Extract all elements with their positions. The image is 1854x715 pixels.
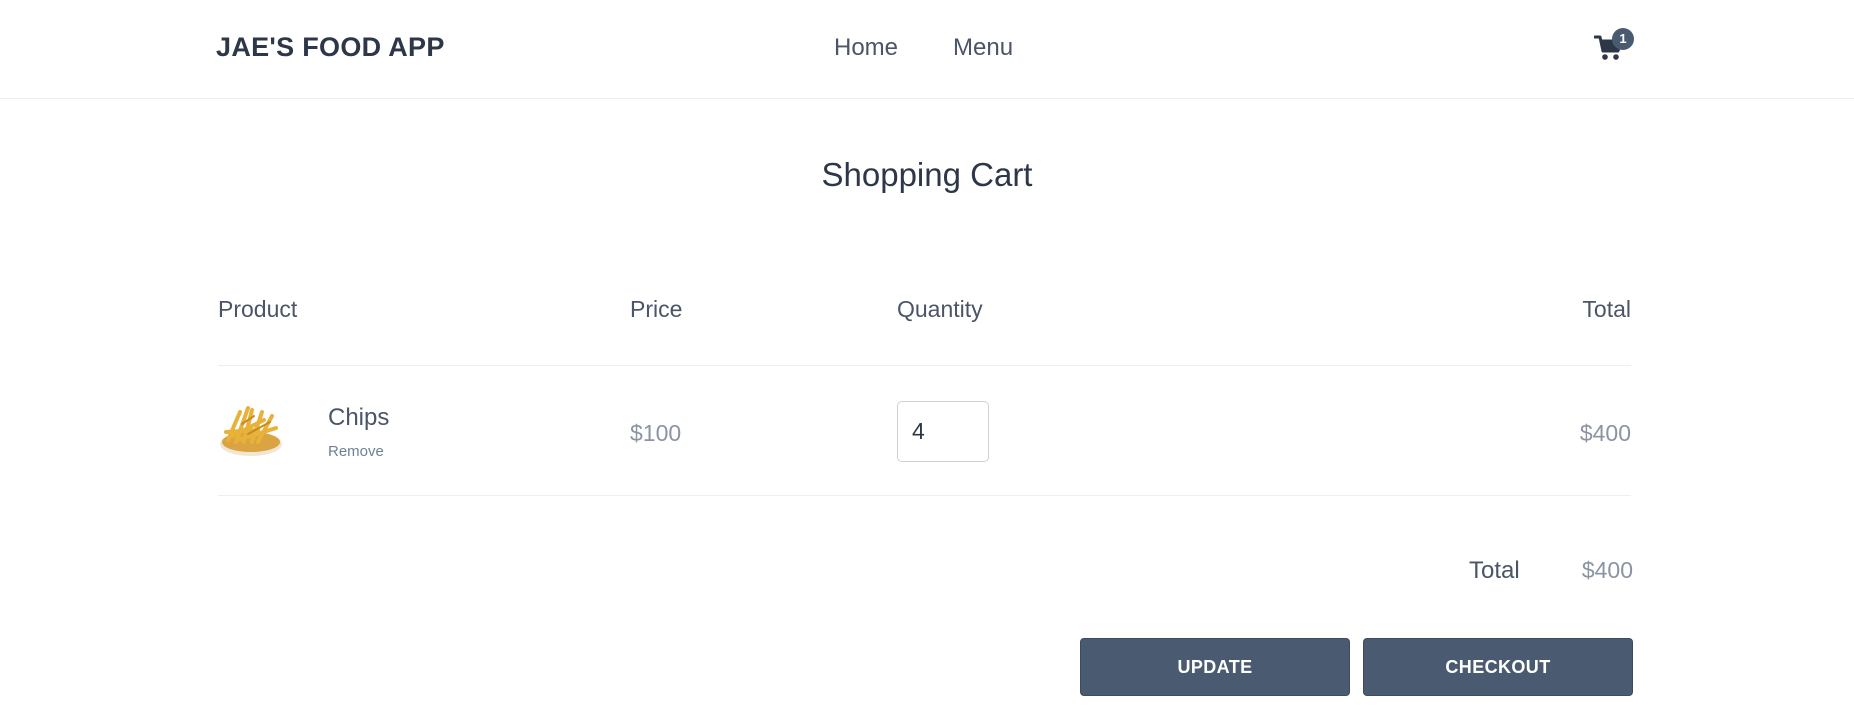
quantity-input[interactable] <box>897 401 989 462</box>
update-button[interactable]: UPDATE <box>1080 638 1350 696</box>
french-fries-image <box>220 406 282 456</box>
cart-total-value: $400 <box>1581 557 1633 583</box>
checkout-button[interactable]: CHECKOUT <box>1363 638 1633 696</box>
cart-button[interactable]: 1 <box>1590 28 1634 66</box>
column-header-product: Product <box>218 296 298 322</box>
top-navbar: JAE'S FOOD APP Home Menu 1 <box>0 0 1854 99</box>
cart-count-badge: 1 <box>1612 28 1634 50</box>
page-title: Shopping Cart <box>821 156 1033 193</box>
cart-total-label: Total <box>1469 557 1520 584</box>
product-name: Chips <box>328 404 390 431</box>
column-header-price: Price <box>630 296 683 322</box>
table-divider <box>218 365 1631 366</box>
column-header-quantity: Quantity <box>897 296 983 322</box>
table-divider <box>218 495 1631 496</box>
nav-home-link[interactable]: Home <box>834 34 898 62</box>
item-total: $400 <box>1579 420 1631 446</box>
column-header-total: Total <box>1582 296 1631 322</box>
item-price: $100 <box>630 420 682 446</box>
brand-logo[interactable]: JAE'S FOOD APP <box>216 32 445 63</box>
nav-menu-link[interactable]: Menu <box>953 34 1013 62</box>
remove-item-link[interactable]: Remove <box>328 443 384 460</box>
